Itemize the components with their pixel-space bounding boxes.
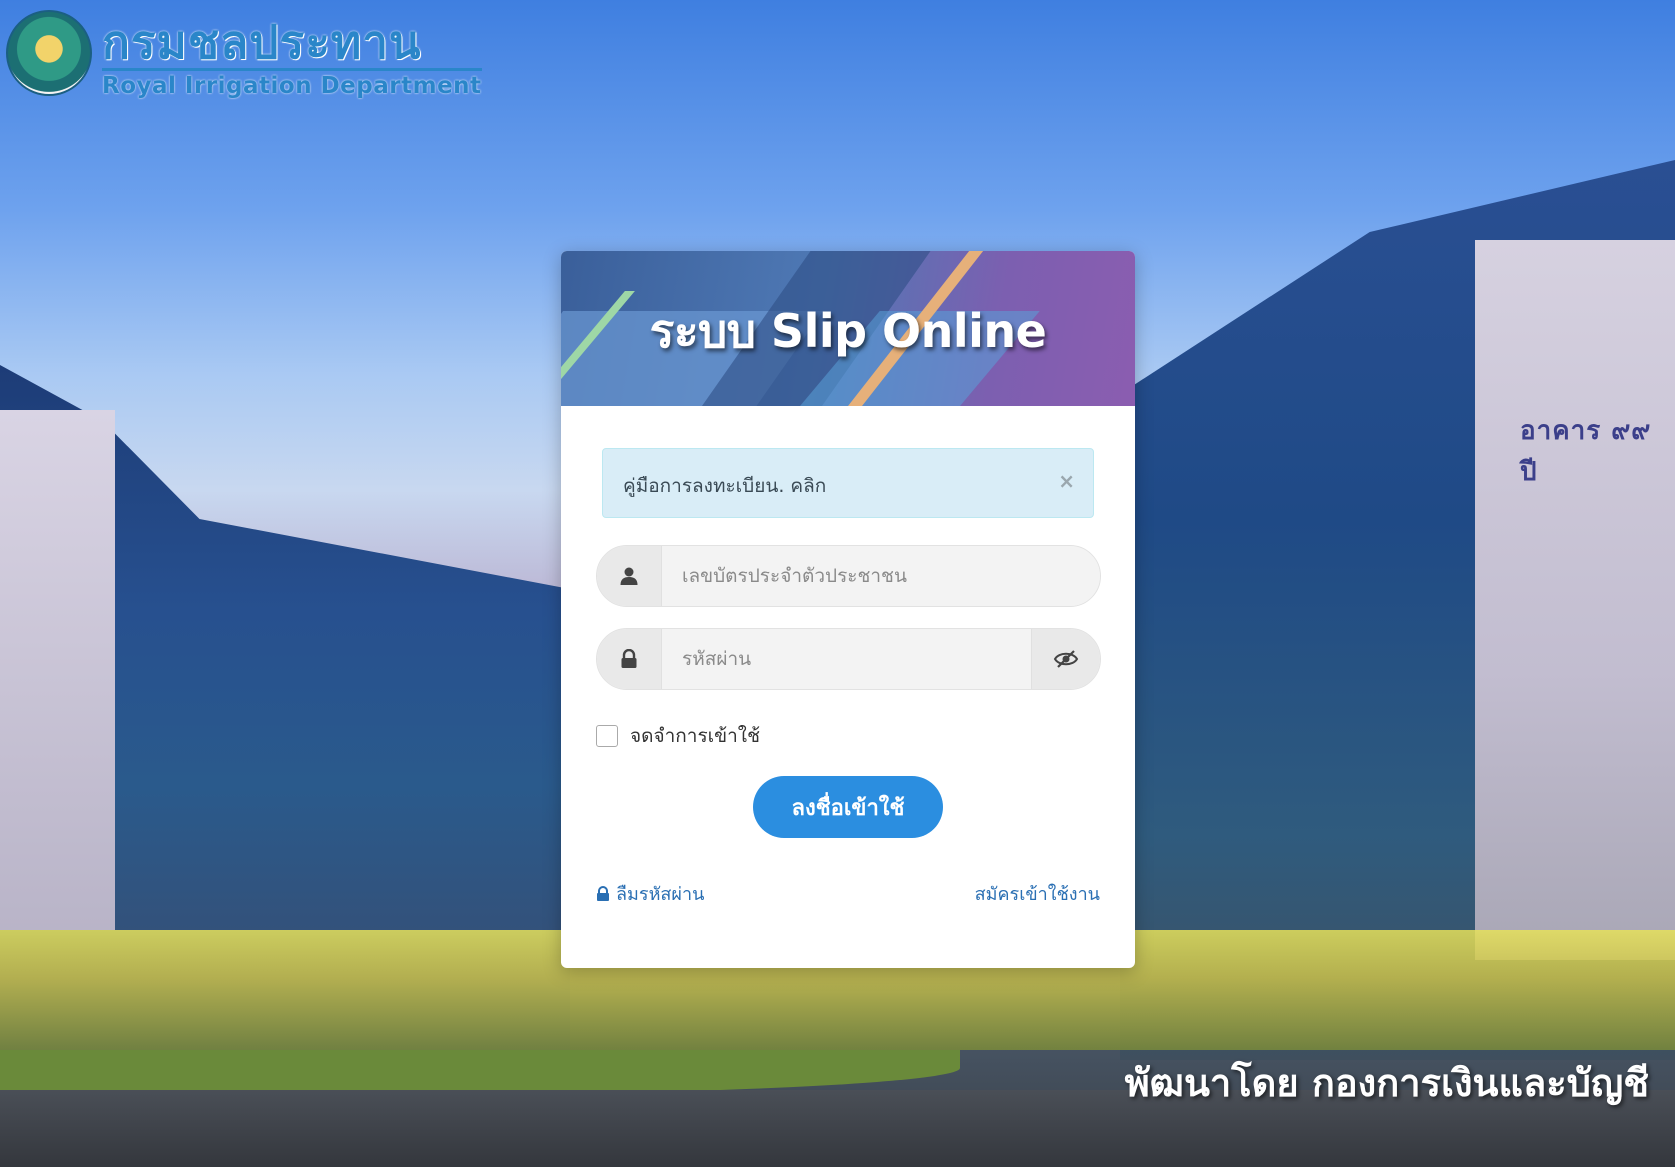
card-title: ระบบ Slip Online: [649, 304, 1047, 358]
alert-text[interactable]: คู่มือการลงทะเบียน. คลิก: [623, 475, 826, 497]
user-icon: [597, 546, 662, 606]
username-group: [596, 545, 1101, 607]
login-card: ระบบ Slip Online คู่มือการลงทะเบียน. คลิ…: [561, 251, 1135, 968]
citizen-id-input[interactable]: [662, 546, 1100, 606]
eye-slash-icon[interactable]: [1031, 629, 1100, 689]
remember-checkbox[interactable]: [596, 725, 618, 747]
password-group: [596, 628, 1101, 690]
register-link[interactable]: สมัครเข้าใช้งาน: [975, 879, 1100, 908]
brand-logo: กรมชลประทาน Royal Irrigation Department: [6, 10, 482, 99]
brand-name-english: Royal Irrigation Department: [102, 68, 482, 99]
brand-name-thai: กรมชลประทาน: [102, 15, 422, 69]
login-button[interactable]: ลงชื่อเข้าใช้: [753, 776, 943, 838]
forgot-password-label[interactable]: ลืมรหัสผ่าน: [616, 879, 704, 908]
lawn: [0, 1050, 960, 1095]
card-header: ระบบ Slip Online: [561, 251, 1135, 406]
lock-icon: [597, 885, 609, 901]
remember-label[interactable]: จดจำการเข้าใช้: [630, 721, 760, 751]
password-input[interactable]: [662, 629, 1031, 689]
registration-guide-alert[interactable]: คู่มือการลงทะเบียน. คลิก ×: [602, 448, 1094, 518]
remember-me: จดจำการเข้าใช้: [596, 721, 760, 751]
building-sign: อาคาร ๙๙ ปี: [1520, 416, 1652, 487]
building-right-wall: [1475, 240, 1675, 960]
royal-irrigation-seal-icon: [6, 10, 92, 96]
developer-credit: พัฒนาโดย กองการเงินและบัญชี: [1124, 1061, 1649, 1105]
building-left-wall: [0, 410, 115, 930]
close-icon[interactable]: ×: [1058, 469, 1075, 493]
forgot-password-link[interactable]: ลืมรหัสผ่าน: [596, 879, 704, 908]
lock-icon: [597, 629, 662, 689]
brand-text: กรมชลประทาน Royal Irrigation Department: [102, 16, 482, 99]
